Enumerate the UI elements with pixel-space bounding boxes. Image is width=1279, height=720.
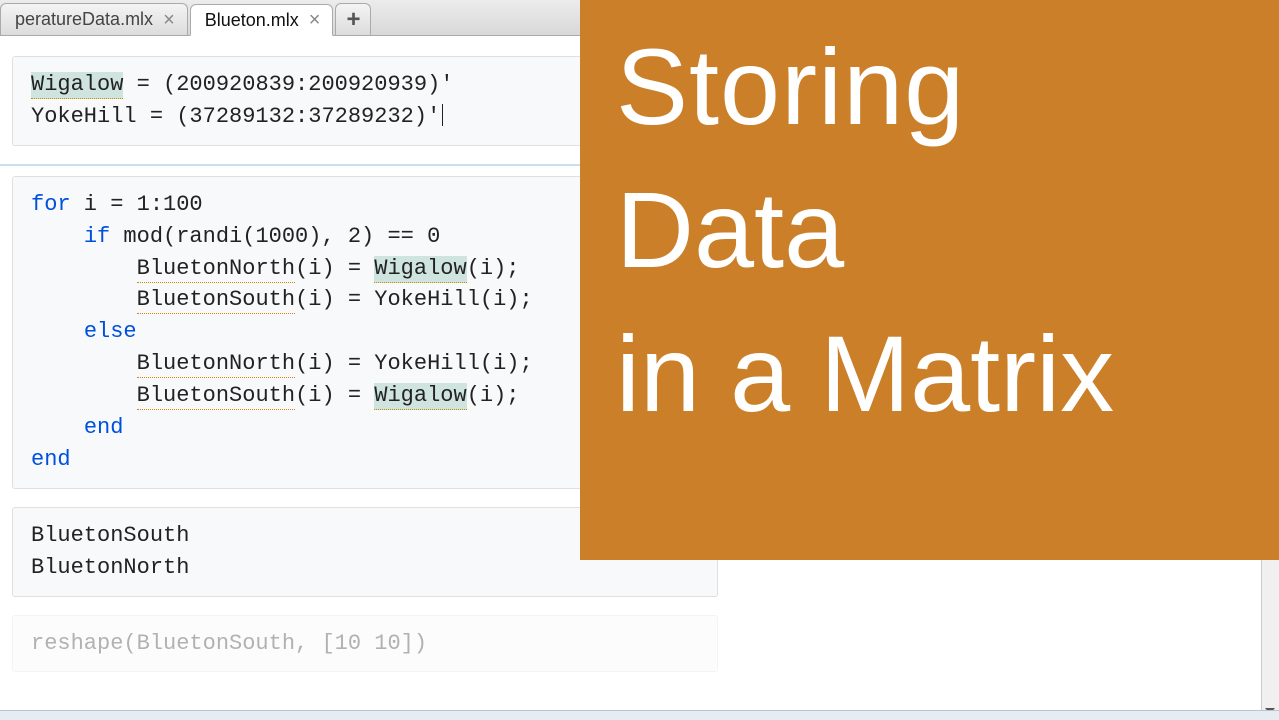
var-wigalow: Wigalow (31, 72, 123, 99)
close-icon[interactable]: × (309, 10, 321, 30)
code-cell-4[interactable]: reshape(BluetonSouth, [10 10]) (12, 615, 718, 673)
overlay-line-2: Data (616, 173, 1250, 286)
code-block[interactable]: reshape(BluetonSouth, [10 10]) (31, 628, 699, 660)
var-blueton-south: BluetonSouth (137, 383, 295, 410)
tab-blueton[interactable]: Blueton.mlx × (190, 4, 334, 36)
tab-temperature-data[interactable]: peratureData.mlx × (0, 3, 188, 35)
var-blueton-north: BluetonNorth (137, 351, 295, 378)
var-wigalow: Wigalow (374, 383, 466, 410)
var-blueton-south: BluetonSouth (137, 287, 295, 314)
close-icon[interactable]: × (163, 10, 175, 30)
status-bar (0, 710, 1279, 720)
overlay-line-3: in a Matrix (616, 317, 1250, 430)
overlay-line-1: Storing (616, 30, 1250, 143)
text-cursor (442, 104, 443, 126)
title-overlay: Storing Data in a Matrix (580, 0, 1279, 560)
var-wigalow: Wigalow (374, 256, 466, 283)
tab-label: Blueton.mlx (205, 10, 299, 31)
tab-add[interactable]: + (335, 3, 371, 35)
plus-icon: + (346, 6, 360, 34)
tab-label: peratureData.mlx (15, 9, 153, 30)
var-blueton-north: BluetonNorth (137, 256, 295, 283)
